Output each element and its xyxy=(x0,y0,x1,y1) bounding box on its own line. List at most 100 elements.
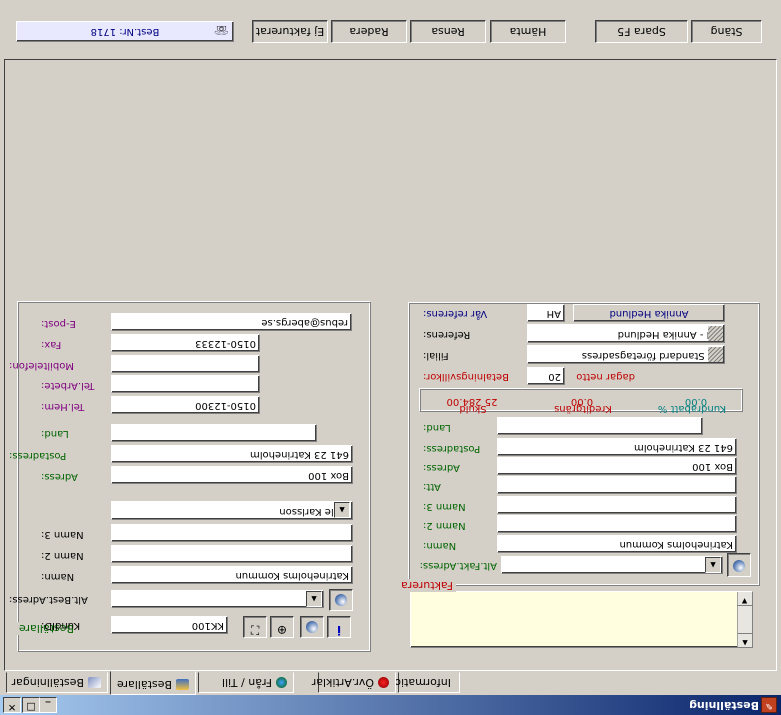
stang-button[interactable]: Stäng xyxy=(691,20,762,43)
tel-arbete-label: Tel.Arbete: xyxy=(41,380,95,391)
alt-best-adress-dropdown-icon[interactable]: ▲ xyxy=(306,591,322,607)
fakturera-lookup-button[interactable] xyxy=(727,553,751,577)
close-button[interactable]: ✕ xyxy=(3,697,21,713)
info-icon: i xyxy=(336,623,342,637)
fakt-adress-label: Adress: xyxy=(423,462,460,473)
fakt-namn-field[interactable]: Katrineholms Kommun xyxy=(497,535,737,553)
best-land-label: Land: xyxy=(41,428,69,439)
binoculars-icon: ⛶ xyxy=(250,623,260,637)
fakt-alt-adress-dropdown-icon[interactable]: ▲ xyxy=(705,557,721,573)
fakturera-notes-memo[interactable] xyxy=(410,591,753,648)
app-icon: ✎ xyxy=(761,697,777,713)
red-dot-icon xyxy=(378,677,389,688)
fakt-namn2-label: Namn 2: xyxy=(423,520,466,531)
skuld-label: Skuld xyxy=(459,403,487,414)
orb-icon xyxy=(335,594,347,606)
var-referens-field[interactable]: AH xyxy=(527,304,565,322)
kreditgrans-label: Kreditgräns xyxy=(554,403,612,414)
globe-icon xyxy=(276,677,287,688)
print-icon[interactable]: ☏ xyxy=(214,21,229,39)
rensa-button[interactable]: Rensa xyxy=(410,20,486,43)
kundid-field[interactable]: KK100 xyxy=(111,616,228,634)
minimize-button[interactable]: _ xyxy=(39,697,57,713)
best-namn2-field[interactable] xyxy=(111,545,353,563)
fax-field[interactable]: 0150-12333 xyxy=(111,334,260,352)
kund-lookup-button[interactable] xyxy=(300,616,324,638)
fakt-namn3-field[interactable] xyxy=(497,496,737,514)
tel-arbete-field[interactable] xyxy=(111,375,260,393)
add-circle-icon: ⊕ xyxy=(276,623,288,637)
fakt-alt-adress-label: Alt.Fakt.Adress: xyxy=(419,560,497,571)
scroll-up-icon[interactable]: ▲ xyxy=(738,633,752,647)
fakturera-group-label: Fakturera xyxy=(397,579,456,592)
ej-fakturerat-button[interactable]: Ej fakturerat xyxy=(252,20,328,43)
tab-bestallare[interactable]: Beställare xyxy=(110,671,196,695)
referens-resize-grip xyxy=(708,326,723,341)
order-number-display: Best.Nr: 1718 ☏ xyxy=(16,21,234,42)
fax-label: Fax: xyxy=(41,339,62,350)
mobiltelefon-field[interactable] xyxy=(111,355,260,373)
fakt-land-field[interactable] xyxy=(497,417,703,435)
kontakt-select[interactable]: Kalle Karlsson xyxy=(111,501,353,520)
tab-bestallningar[interactable]: Beställningar xyxy=(6,672,108,693)
tab-fran-till[interactable]: Från / Till xyxy=(198,672,294,693)
fakt-postadress-field[interactable]: 641 23 Katrineholm xyxy=(497,438,737,456)
search-customer-button[interactable]: ⛶ xyxy=(243,616,267,638)
betalningsvillkor-suffix: dagar netto xyxy=(576,371,635,382)
best-namn-field[interactable]: Katrineholms Kommun xyxy=(111,566,353,584)
referens-field[interactable]: AH - Annika Hedlund xyxy=(527,324,725,343)
window-title: Beställning xyxy=(689,699,759,712)
best-adress-field[interactable]: Box 100 xyxy=(111,466,353,484)
kontakt-dropdown-icon[interactable]: ▲ xyxy=(334,502,350,518)
best-namn3-field[interactable] xyxy=(111,524,353,542)
tab-information[interactable]: Information xyxy=(387,672,460,693)
hamta-button[interactable]: Hämta xyxy=(490,20,566,43)
tel-hem-field[interactable]: 0150-12300 xyxy=(111,396,260,414)
best-postadress-label: Postadress: xyxy=(9,450,67,461)
tel-hem-label: Tel.Hem: xyxy=(41,401,85,412)
mobiltelefon-label: Mobiltelefon: xyxy=(9,360,74,371)
maximize-button[interactable]: □ xyxy=(22,697,40,713)
var-referens-label: Vår referens: xyxy=(423,308,488,319)
info-button[interactable]: i xyxy=(327,616,351,638)
orb-icon xyxy=(306,621,318,633)
memo-scrollbar[interactable]: ▲ ▼ xyxy=(737,592,752,647)
best-postadress-field[interactable]: 641 23 Katrineholm xyxy=(111,445,353,463)
spara-button[interactable]: Spara F5 xyxy=(595,20,688,43)
epost-field[interactable]: rebus@abergs.se xyxy=(111,313,352,331)
best-namn-label: Namn: xyxy=(41,571,75,582)
tab-ovr-artiklar[interactable]: Övr.Artiklar xyxy=(312,672,396,693)
scroll-down-icon[interactable]: ▼ xyxy=(737,592,752,606)
betalningsvillkor-field[interactable]: 20 xyxy=(527,367,565,385)
referens-label: Referens: xyxy=(423,329,471,340)
fakt-alt-adress-field[interactable] xyxy=(501,556,723,574)
filial-label: Filial: xyxy=(423,350,449,361)
fakt-att-label: Att: xyxy=(423,481,441,492)
alt-best-adress-field[interactable] xyxy=(111,590,324,608)
radera-button[interactable]: Radera xyxy=(331,20,407,43)
fakt-namn2-field[interactable] xyxy=(497,515,737,533)
fakt-postadress-label: Postadress: xyxy=(423,443,481,454)
best-namn3-label: Namn 3: xyxy=(41,529,84,540)
var-referens-name: Annika Hedlund xyxy=(573,304,725,322)
best-adress-label: Adress: xyxy=(41,471,78,482)
fakt-namn-label: Namn: xyxy=(423,540,457,551)
fakt-att-field[interactable] xyxy=(497,476,737,494)
best-land-field[interactable] xyxy=(111,424,317,442)
fakt-land-label: Land: xyxy=(423,422,451,433)
fakt-namn3-label: Namn 3: xyxy=(423,501,466,512)
filial-field[interactable]: 0 - Standard företagsadress xyxy=(527,345,725,364)
kundid-label: KundID: xyxy=(41,620,81,631)
kundrabatt-label: Kundrabatt % xyxy=(657,403,727,414)
alt-best-lookup-button[interactable] xyxy=(329,589,353,611)
filial-resize-grip xyxy=(708,347,723,362)
orb-icon xyxy=(733,560,745,572)
epost-label: E-post: xyxy=(41,318,76,329)
document-edit-icon xyxy=(88,677,101,688)
betalningsvillkor-label: Betalningsvillkor: xyxy=(423,371,509,382)
fakt-adress-field[interactable]: Box 100 xyxy=(497,457,737,475)
new-customer-button[interactable]: ⊕ xyxy=(270,616,294,638)
contacts-icon xyxy=(176,679,189,690)
best-namn2-label: Namn 2: xyxy=(41,550,84,561)
title-bar: ✎ Beställning _ □ ✕ xyxy=(0,695,781,715)
